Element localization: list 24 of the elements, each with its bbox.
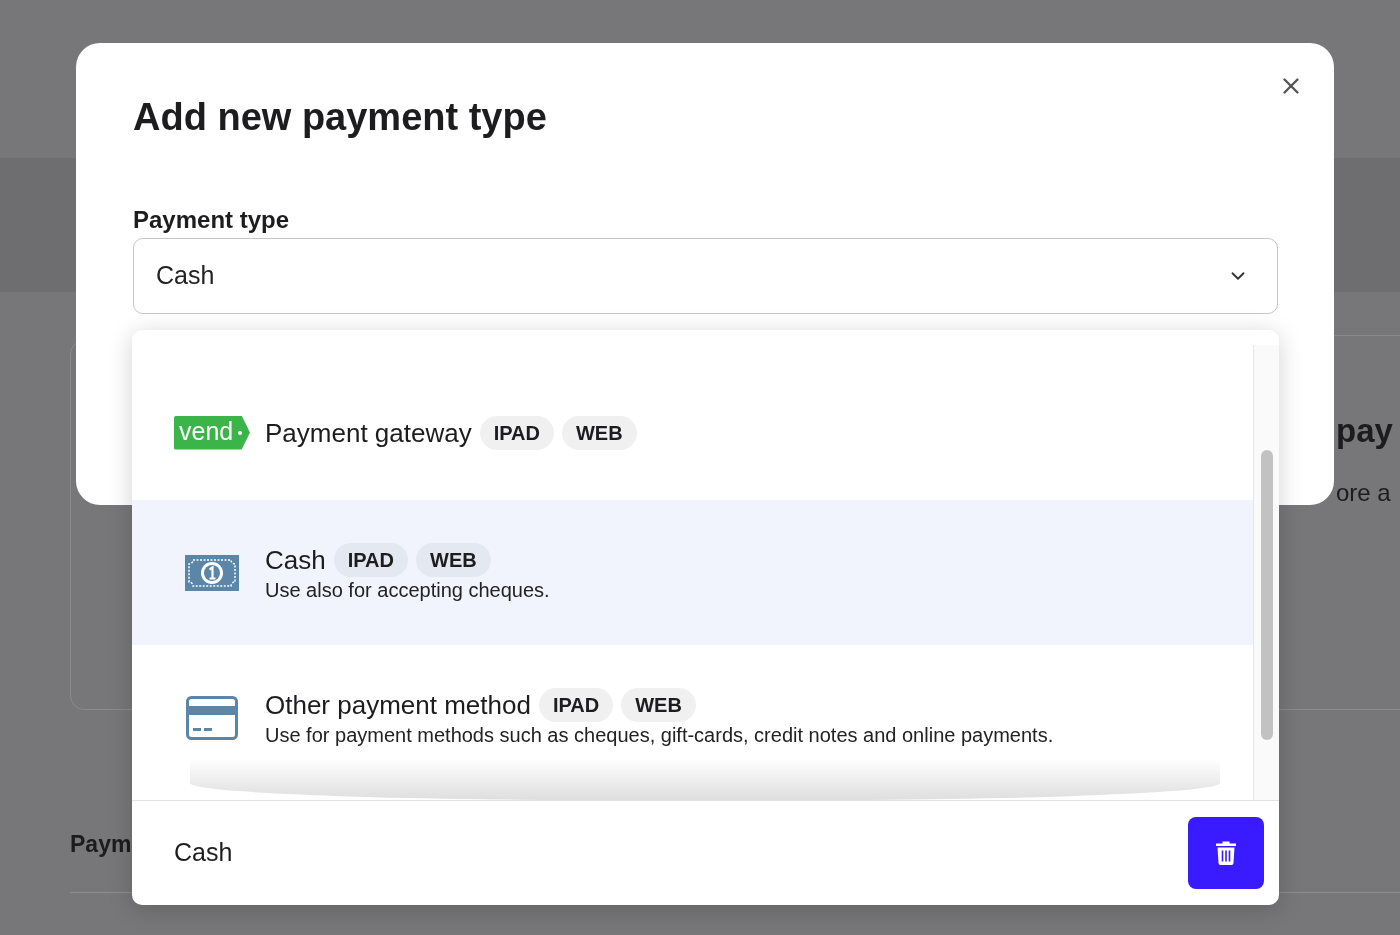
trash-icon (1216, 841, 1236, 865)
platform-tag: IPAD (538, 687, 614, 722)
field-label: Payment type (133, 205, 290, 235)
option-name: Other payment method (265, 688, 531, 722)
section-heading: pay (1336, 411, 1393, 451)
platform-tag: WEB (416, 542, 491, 577)
payment-option[interactable]: Cash IPAD WEB Use also for accepting cheques. (132, 500, 1253, 645)
option-description: Use also for accepting cheques. (265, 577, 550, 603)
option-description: Use for payment methods such as cheques, gift-cards, credit notes and online payments. (265, 722, 1054, 748)
list-heading: Paym (70, 831, 132, 857)
dialog-title: Add new payment type (133, 95, 547, 140)
payment-type-select[interactable]: Cash (133, 238, 1278, 314)
option-name: Cash (265, 543, 326, 577)
platform-tag: IPAD (333, 542, 408, 577)
payment-type-name: Cash (174, 837, 233, 869)
platform-tag: WEB (562, 415, 637, 450)
delete-button[interactable] (1188, 817, 1264, 889)
section-text: ore a (1336, 478, 1391, 508)
platform-tag: WEB (621, 687, 696, 722)
credit-card-icon (186, 695, 238, 740)
logo: vend (174, 415, 250, 450)
banknote-icon (185, 554, 239, 591)
platform-tag: IPAD (479, 415, 554, 450)
option-name: Payment gateway (265, 416, 472, 450)
